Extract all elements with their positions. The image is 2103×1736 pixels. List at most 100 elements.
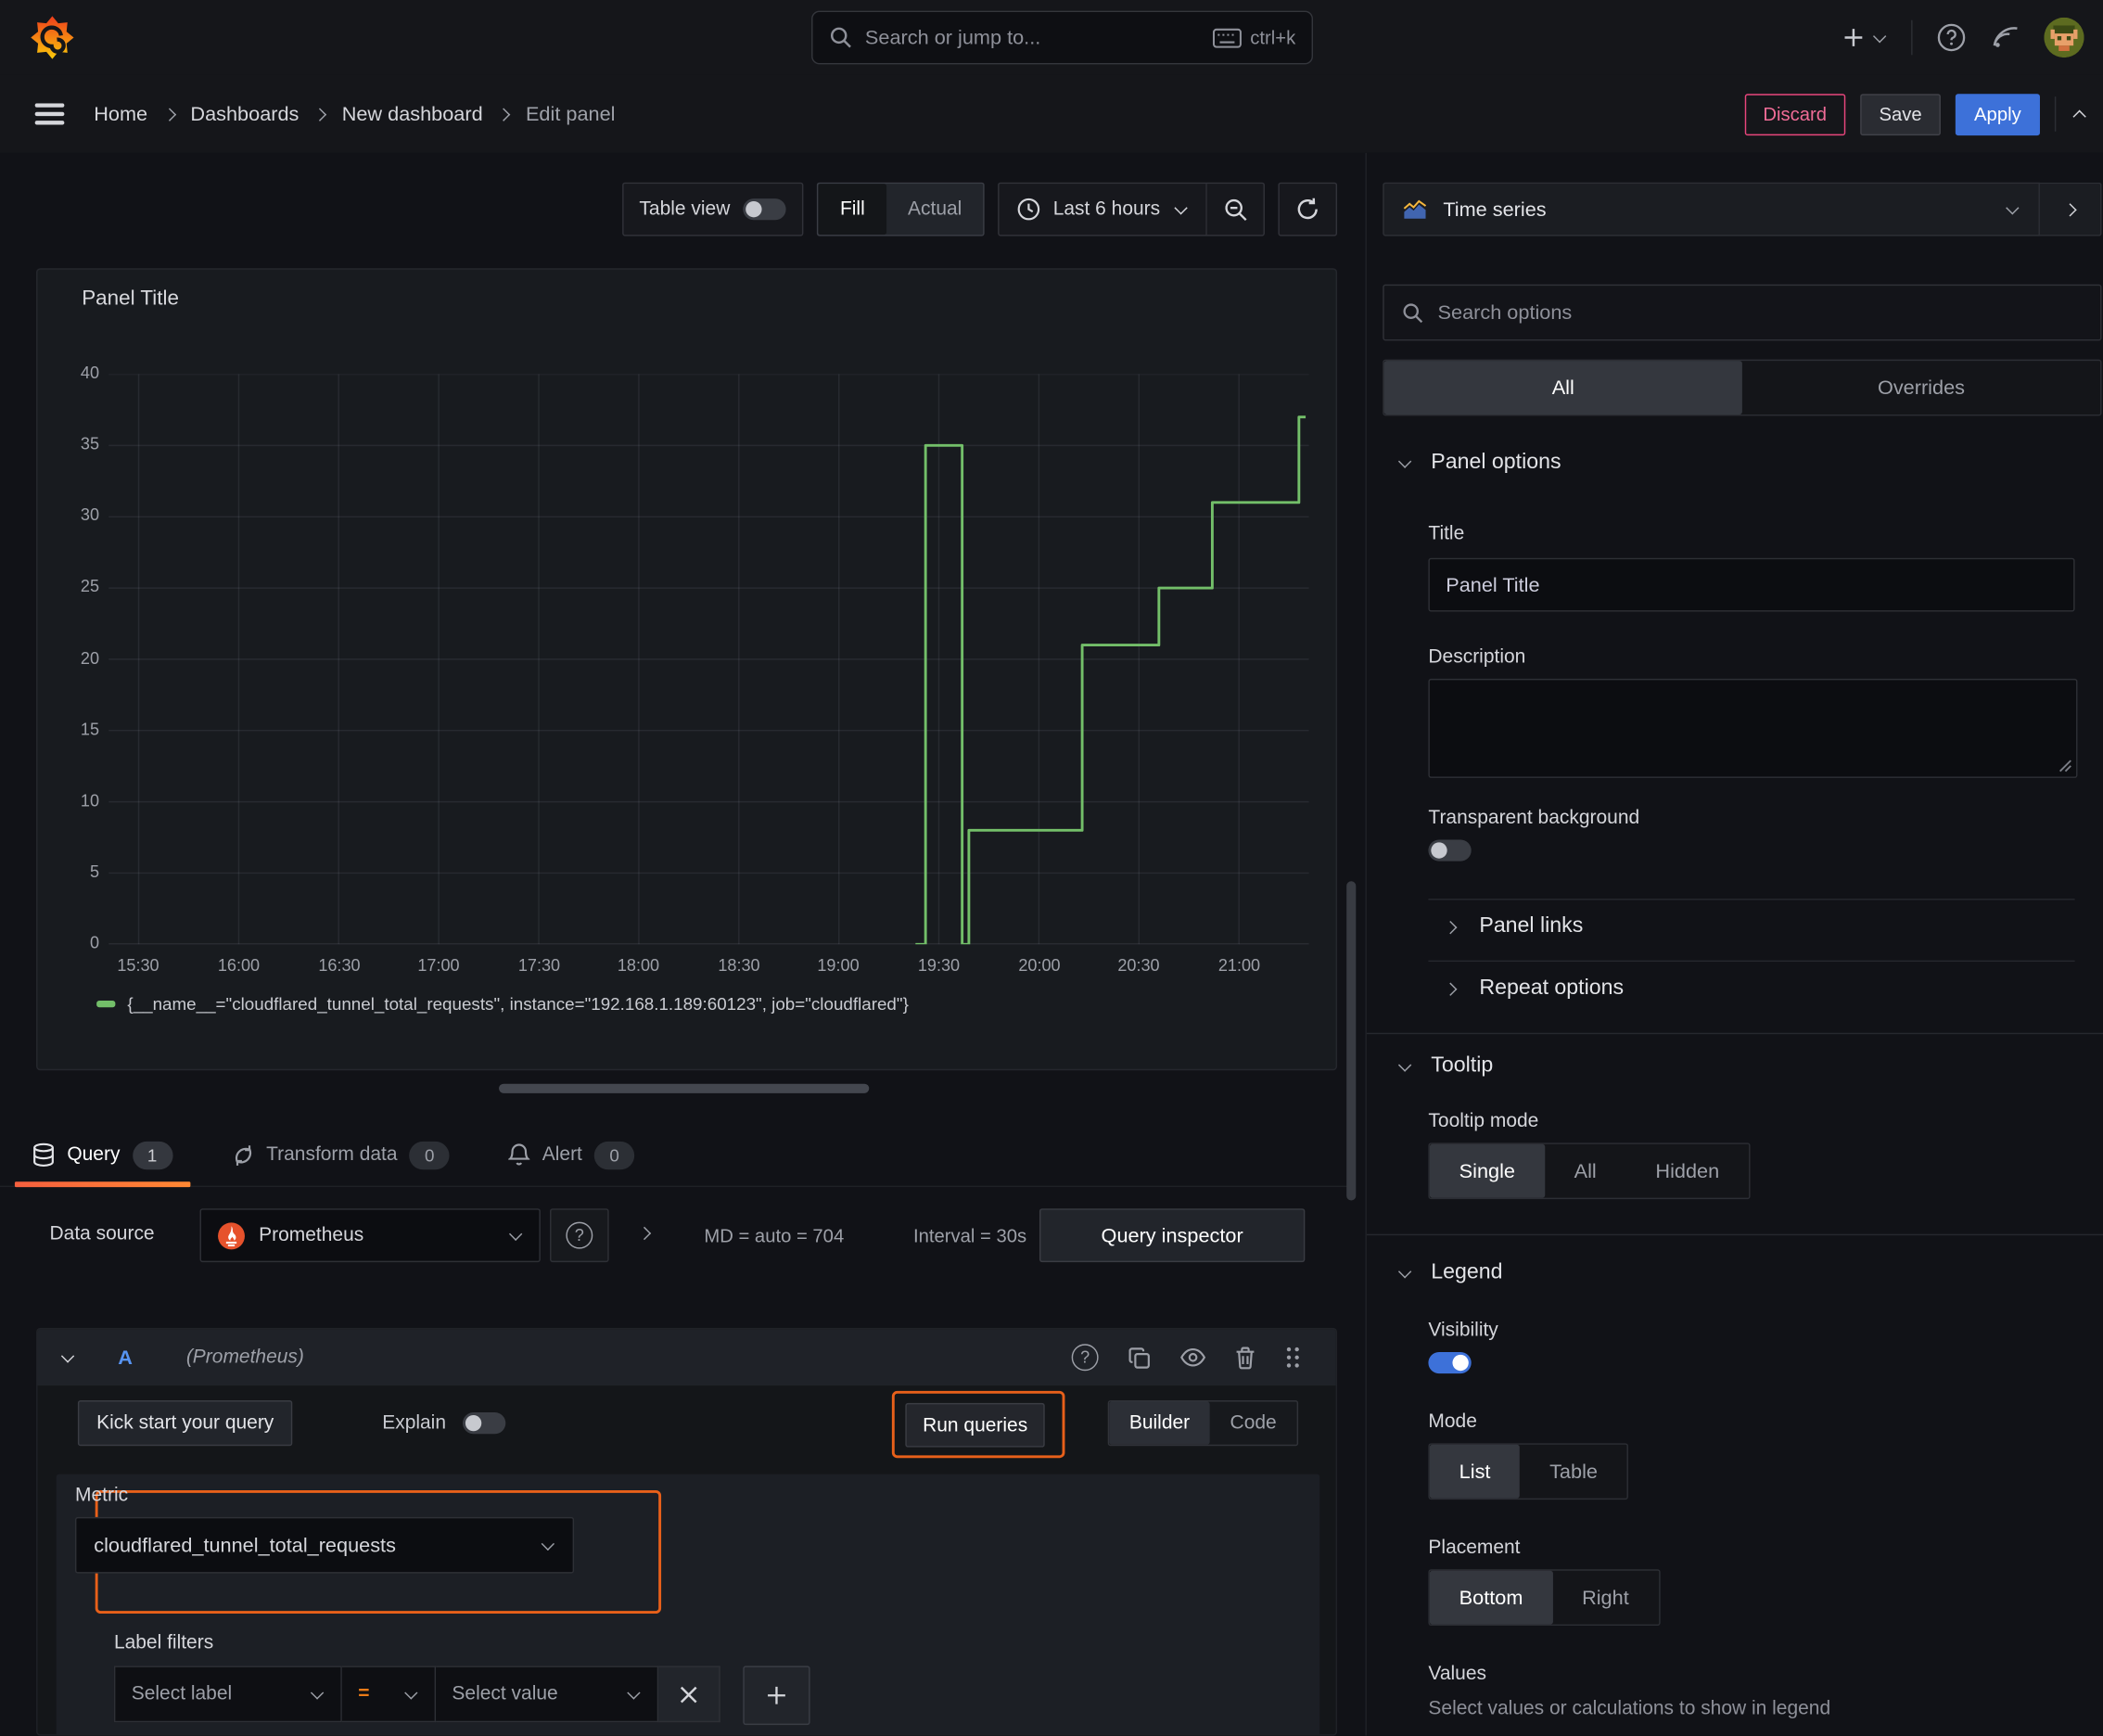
time-range-picker[interactable]: Last 6 hours (1000, 184, 1205, 235)
global-search-input[interactable]: Search or jump to... ctrl+k (811, 10, 1314, 65)
x-tick-label: 20:30 (1117, 956, 1160, 976)
help-icon[interactable] (1937, 23, 1967, 53)
datasource-name: Prometheus (259, 1224, 364, 1246)
table-view-toggle[interactable] (743, 198, 787, 221)
series-label[interactable]: {__name__="cloudflared_tunnel_total_requ… (127, 994, 908, 1015)
news-icon[interactable] (1990, 23, 2020, 53)
x-tick-label: 18:00 (617, 956, 660, 976)
query-help-icon[interactable]: ? (1071, 1344, 1099, 1372)
breadcrumb-new-dashboard[interactable]: New dashboard (342, 103, 483, 126)
panel-preview: Panel Title 0 5 10 15 20 25 30 35 40 15:30 16:00 1… (36, 268, 1338, 1071)
hide-query-icon[interactable] (1180, 1347, 1206, 1367)
series-color-swatch (96, 1001, 116, 1008)
breadcrumb-separator (161, 106, 177, 121)
refresh-button[interactable] (1278, 182, 1338, 236)
query-datasource-hint: (Prometheus) (185, 1347, 304, 1369)
description-textarea[interactable] (1428, 678, 2078, 778)
explain-toggle[interactable] (462, 1412, 505, 1435)
datasource-help-button[interactable]: ? (550, 1208, 609, 1263)
breadcrumb: Home Dashboards New dashboard Edit panel (94, 103, 615, 126)
save-button[interactable]: Save (1860, 93, 1941, 135)
select-value-dropdown[interactable]: Select value (436, 1666, 659, 1723)
title-label: Title (1428, 523, 1465, 545)
tab-alert[interactable]: Alert 0 (491, 1124, 652, 1186)
query-row-header[interactable]: A (Prometheus) ? (37, 1329, 1336, 1386)
expand-row-icon[interactable] (636, 1225, 652, 1241)
builder-option[interactable]: Builder (1109, 1401, 1210, 1445)
legend-values-label: Values (1428, 1663, 1486, 1685)
grafana-logo-icon[interactable] (30, 15, 75, 60)
metric-select[interactable]: cloudflared_tunnel_total_requests (74, 1516, 575, 1574)
chart-plot[interactable] (108, 374, 1309, 945)
tooltip-hidden-option[interactable]: Hidden (1626, 1144, 1749, 1198)
operator-dropdown[interactable]: = (341, 1666, 437, 1723)
apply-button[interactable]: Apply (1955, 93, 2040, 135)
add-filter-button[interactable] (743, 1666, 810, 1726)
query-inspector-button[interactable]: Query inspector (1039, 1208, 1306, 1263)
legend-mode-label: Mode (1428, 1410, 1477, 1433)
panel-title-input[interactable] (1428, 557, 2075, 612)
label-filter-row: Select label = Select value (113, 1666, 810, 1726)
tooltip-all-option[interactable]: All (1545, 1144, 1626, 1198)
tooltip-section-header[interactable]: Tooltip (1396, 1054, 1493, 1079)
toggle-viz-picker-button[interactable] (2039, 182, 2102, 236)
panel-options-header[interactable]: Panel options (1396, 451, 1561, 475)
options-search-input[interactable]: Search options (1383, 284, 2102, 341)
drag-query-icon[interactable] (1285, 1346, 1301, 1370)
collapse-query-icon[interactable] (59, 1348, 75, 1365)
content-scrollbar[interactable] (1346, 881, 1357, 1201)
pane-resize-handle[interactable] (499, 1083, 870, 1093)
discard-button[interactable]: Discard (1744, 93, 1846, 135)
code-option[interactable]: Code (1210, 1401, 1297, 1444)
query-section-tabs: Query 1 Transform data 0 Alert 0 (0, 1124, 1352, 1188)
collapse-header-icon[interactable] (2071, 106, 2086, 123)
transparent-background-toggle[interactable] (1428, 839, 1472, 862)
plus-icon (1844, 29, 1863, 46)
duplicate-query-icon[interactable] (1128, 1346, 1151, 1369)
breadcrumb-home[interactable]: Home (94, 103, 147, 126)
metric-label: Metric (74, 1485, 129, 1507)
run-queries-button[interactable]: Run queries (905, 1402, 1046, 1448)
delete-query-icon[interactable] (1235, 1346, 1255, 1369)
zoom-out-button[interactable] (1205, 184, 1263, 236)
refresh-icon (1297, 198, 1318, 220)
tab-query[interactable]: Query 1 (14, 1124, 190, 1188)
breadcrumb-edit-panel: Edit panel (525, 102, 616, 126)
legend-table-option[interactable]: Table (1520, 1445, 1627, 1499)
visualization-picker[interactable]: Time series (1383, 182, 2040, 236)
kick-start-query-button[interactable]: Kick start your query (77, 1400, 293, 1447)
remove-filter-button[interactable] (658, 1666, 720, 1723)
legend-list-option[interactable]: List (1429, 1444, 1521, 1499)
select-label-dropdown[interactable]: Select label (113, 1666, 342, 1723)
time-range-control: Last 6 hours (998, 182, 1265, 236)
tab-all[interactable]: All (1383, 361, 1742, 415)
tab-transform-data[interactable]: Transform data 0 (214, 1124, 467, 1186)
topbar-actions (1842, 0, 2084, 75)
x-tick-label: 16:30 (318, 956, 361, 976)
query-ref-id: A (118, 1346, 133, 1370)
breadcrumb-dashboards[interactable]: Dashboards (190, 103, 299, 126)
placement-right-option[interactable]: Right (1552, 1571, 1658, 1625)
actual-option[interactable]: Actual (886, 184, 984, 235)
legend-visibility-toggle[interactable] (1428, 1351, 1472, 1374)
user-avatar[interactable] (2044, 17, 2084, 58)
resize-grip-icon[interactable] (2058, 760, 2071, 772)
menu-toggle-icon[interactable] (34, 103, 65, 125)
panel-links-section[interactable]: Panel links (1442, 914, 1583, 938)
legend-section-header[interactable]: Legend (1396, 1261, 1503, 1285)
placement-bottom-option[interactable]: Bottom (1429, 1570, 1553, 1625)
edit-actions: Discard Save Apply (1744, 93, 2086, 135)
add-new-button[interactable] (1842, 27, 1887, 48)
promql-builder-surface: Metric cloudflared_tunnel_total_requests… (56, 1474, 1320, 1735)
tooltip-mode-switch: Single All Hidden (1428, 1142, 1751, 1200)
close-icon (680, 1685, 697, 1703)
tab-overrides[interactable]: Overrides (1742, 361, 2100, 415)
repeat-options-section[interactable]: Repeat options (1442, 976, 1624, 1001)
alert-count-badge: 0 (593, 1141, 635, 1169)
datasource-picker[interactable]: Prometheus (199, 1208, 541, 1263)
fill-option[interactable]: Fill (818, 184, 886, 236)
metric-value: cloudflared_tunnel_total_requests (94, 1533, 396, 1557)
y-tick-label: 40 (80, 363, 100, 383)
tooltip-single-option[interactable]: Single (1429, 1143, 1545, 1198)
datasource-row: Data source Prometheus ? MD = auto = 704… (0, 1207, 1352, 1267)
